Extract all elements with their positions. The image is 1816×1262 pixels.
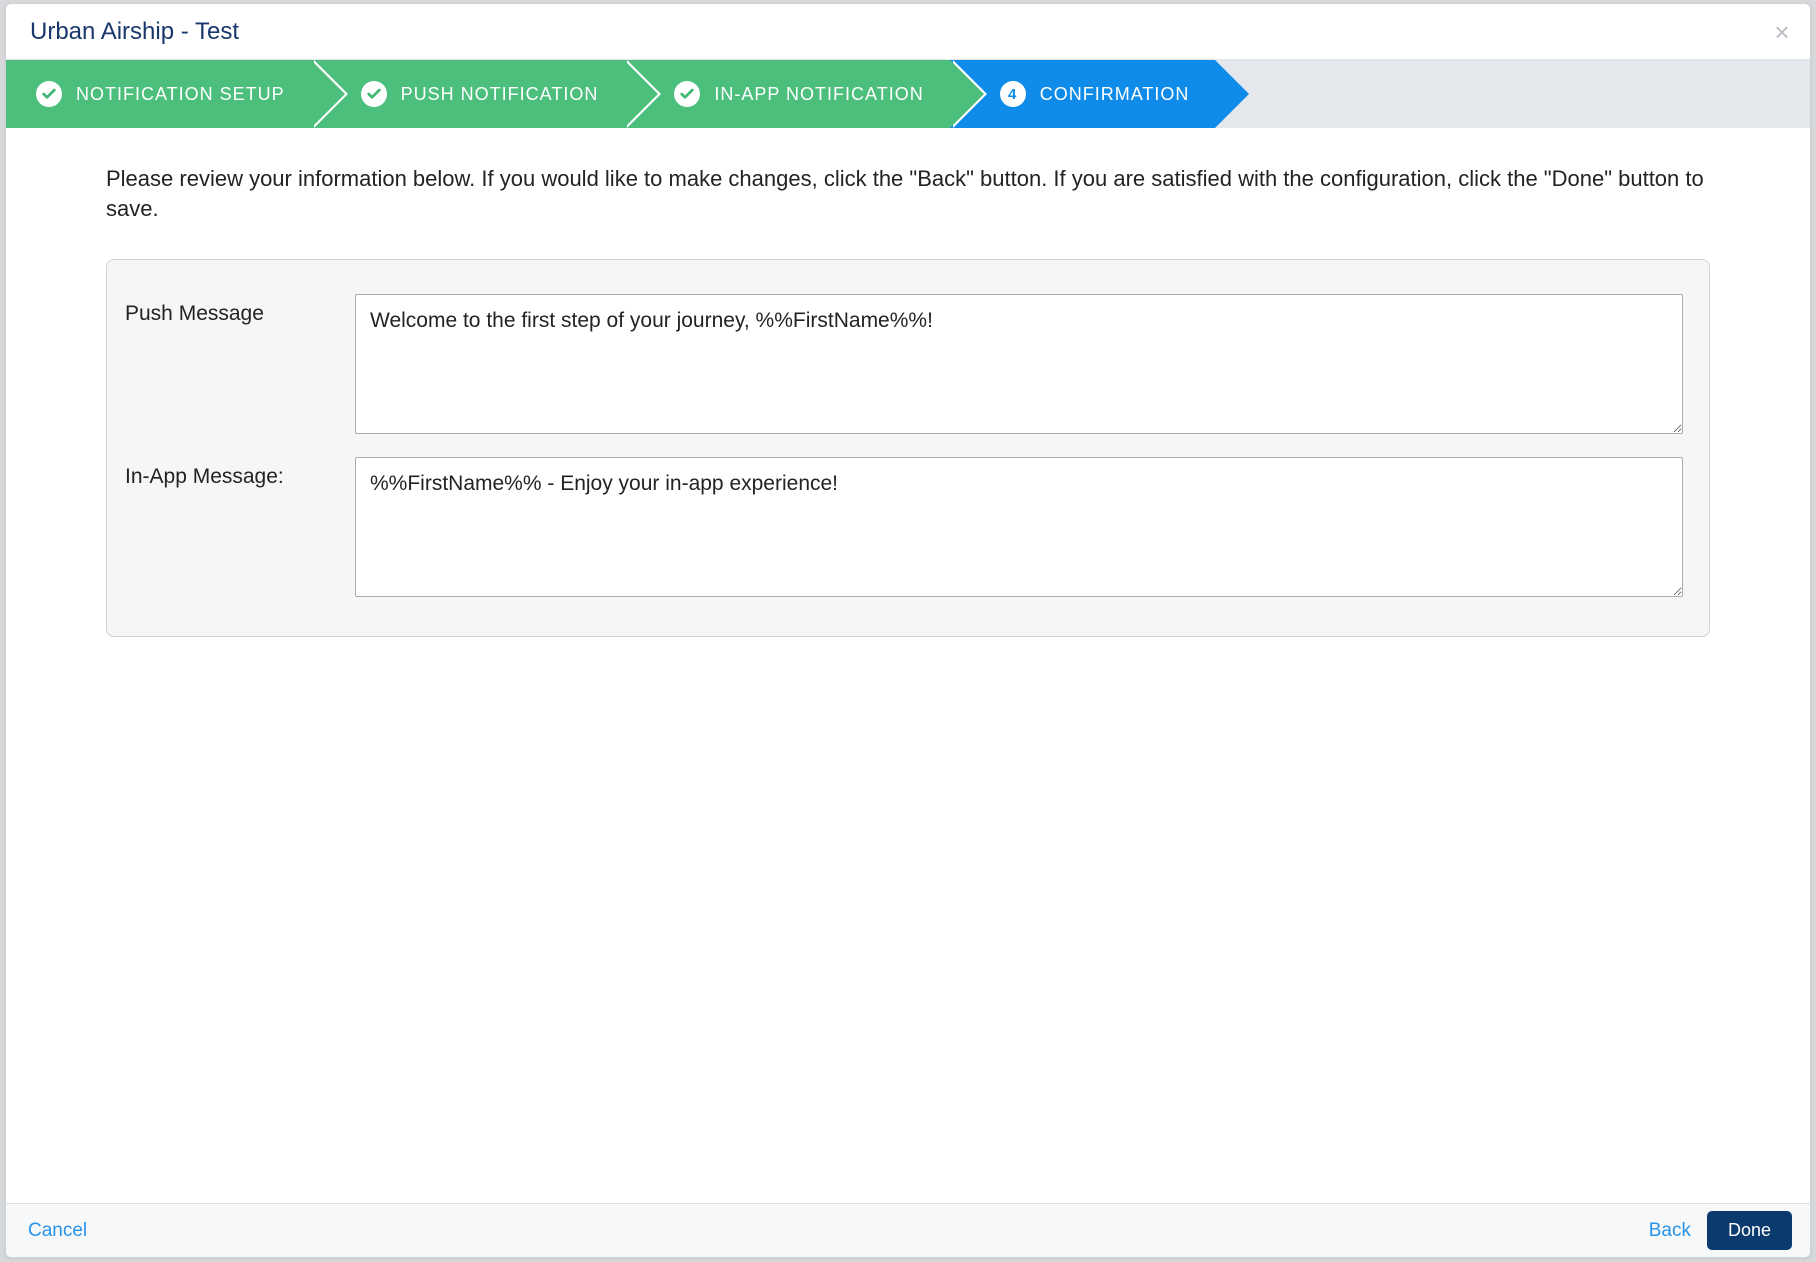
step-notification-setup[interactable]: NOTIFICATION SETUP xyxy=(6,60,311,128)
step-label: IN-APP NOTIFICATION xyxy=(714,84,923,105)
step-push-notification[interactable]: PUSH NOTIFICATION xyxy=(311,60,625,128)
push-message-textarea[interactable] xyxy=(355,294,1683,434)
modal-title: Urban Airship - Test xyxy=(30,18,239,46)
inapp-message-textarea[interactable] xyxy=(355,457,1683,597)
field-row-push: Push Message xyxy=(125,294,1683,439)
wizard-steps: NOTIFICATION SETUP PUSH NOTIFICATION IN-… xyxy=(6,60,1810,128)
step-confirmation[interactable]: 4 CONFIRMATION xyxy=(950,60,1216,128)
cancel-button[interactable]: Cancel xyxy=(24,1214,91,1248)
review-card: Push Message In-App Message: xyxy=(106,259,1710,637)
modal-header: Urban Airship - Test × xyxy=(6,4,1810,60)
step-label: PUSH NOTIFICATION xyxy=(401,84,599,105)
inapp-message-label: In-App Message: xyxy=(125,457,355,489)
instructions-text: Please review your information below. If… xyxy=(106,164,1710,223)
modal-footer: Cancel Back Done xyxy=(6,1203,1810,1257)
step-label: NOTIFICATION SETUP xyxy=(76,84,285,105)
push-message-label: Push Message xyxy=(125,294,355,326)
check-icon xyxy=(36,81,62,107)
step-number-badge: 4 xyxy=(1000,81,1026,107)
field-row-inapp: In-App Message: xyxy=(125,457,1683,602)
check-icon xyxy=(361,81,387,107)
modal-body: Please review your information below. If… xyxy=(6,128,1810,1203)
modal-dialog: Urban Airship - Test × NOTIFICATION SETU… xyxy=(5,3,1811,1258)
done-button[interactable]: Done xyxy=(1707,1211,1792,1250)
step-label: CONFIRMATION xyxy=(1040,84,1190,105)
close-icon[interactable]: × xyxy=(1770,20,1794,44)
step-in-app-notification[interactable]: IN-APP NOTIFICATION xyxy=(624,60,949,128)
back-button[interactable]: Back xyxy=(1645,1214,1695,1248)
check-icon xyxy=(674,81,700,107)
